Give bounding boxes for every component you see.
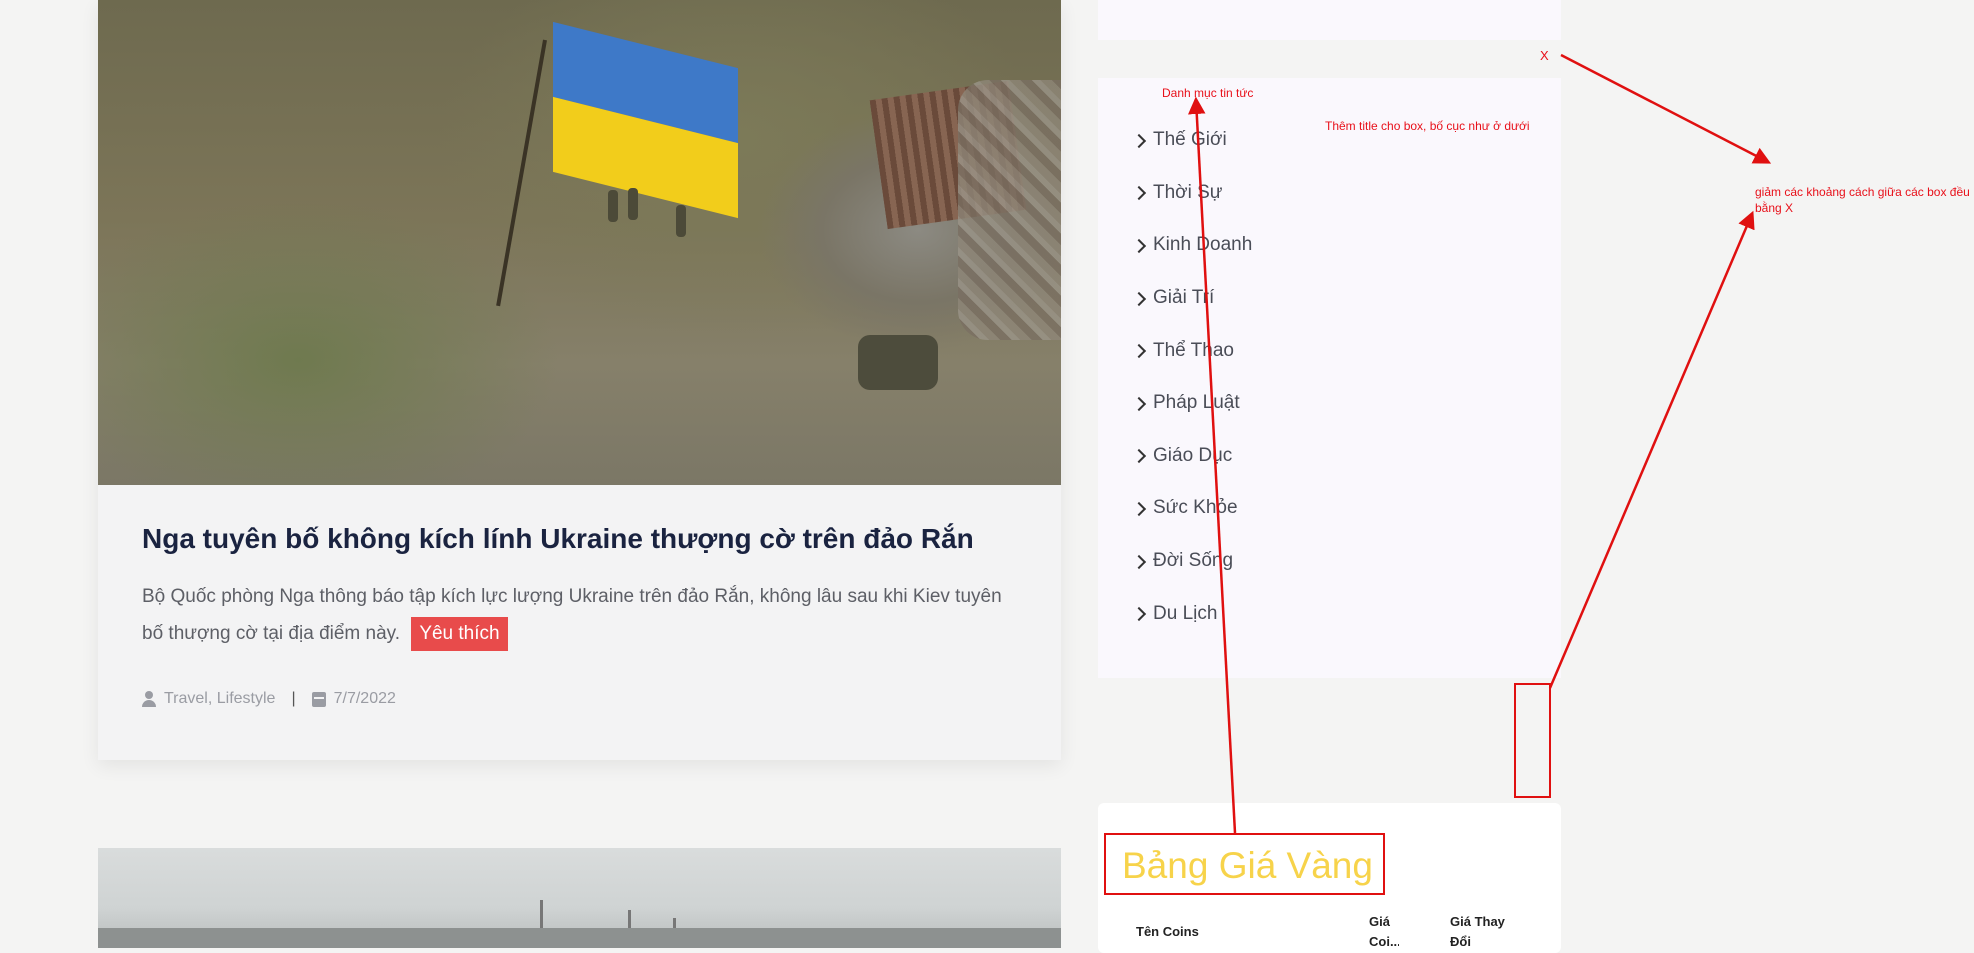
arrow-to-spacing-note-top [1560, 53, 1772, 164]
arrow-to-category-title [1188, 96, 1237, 834]
annotation-arrows [1188, 53, 1772, 834]
arrow-to-spacing-note-bottom [1548, 210, 1755, 689]
